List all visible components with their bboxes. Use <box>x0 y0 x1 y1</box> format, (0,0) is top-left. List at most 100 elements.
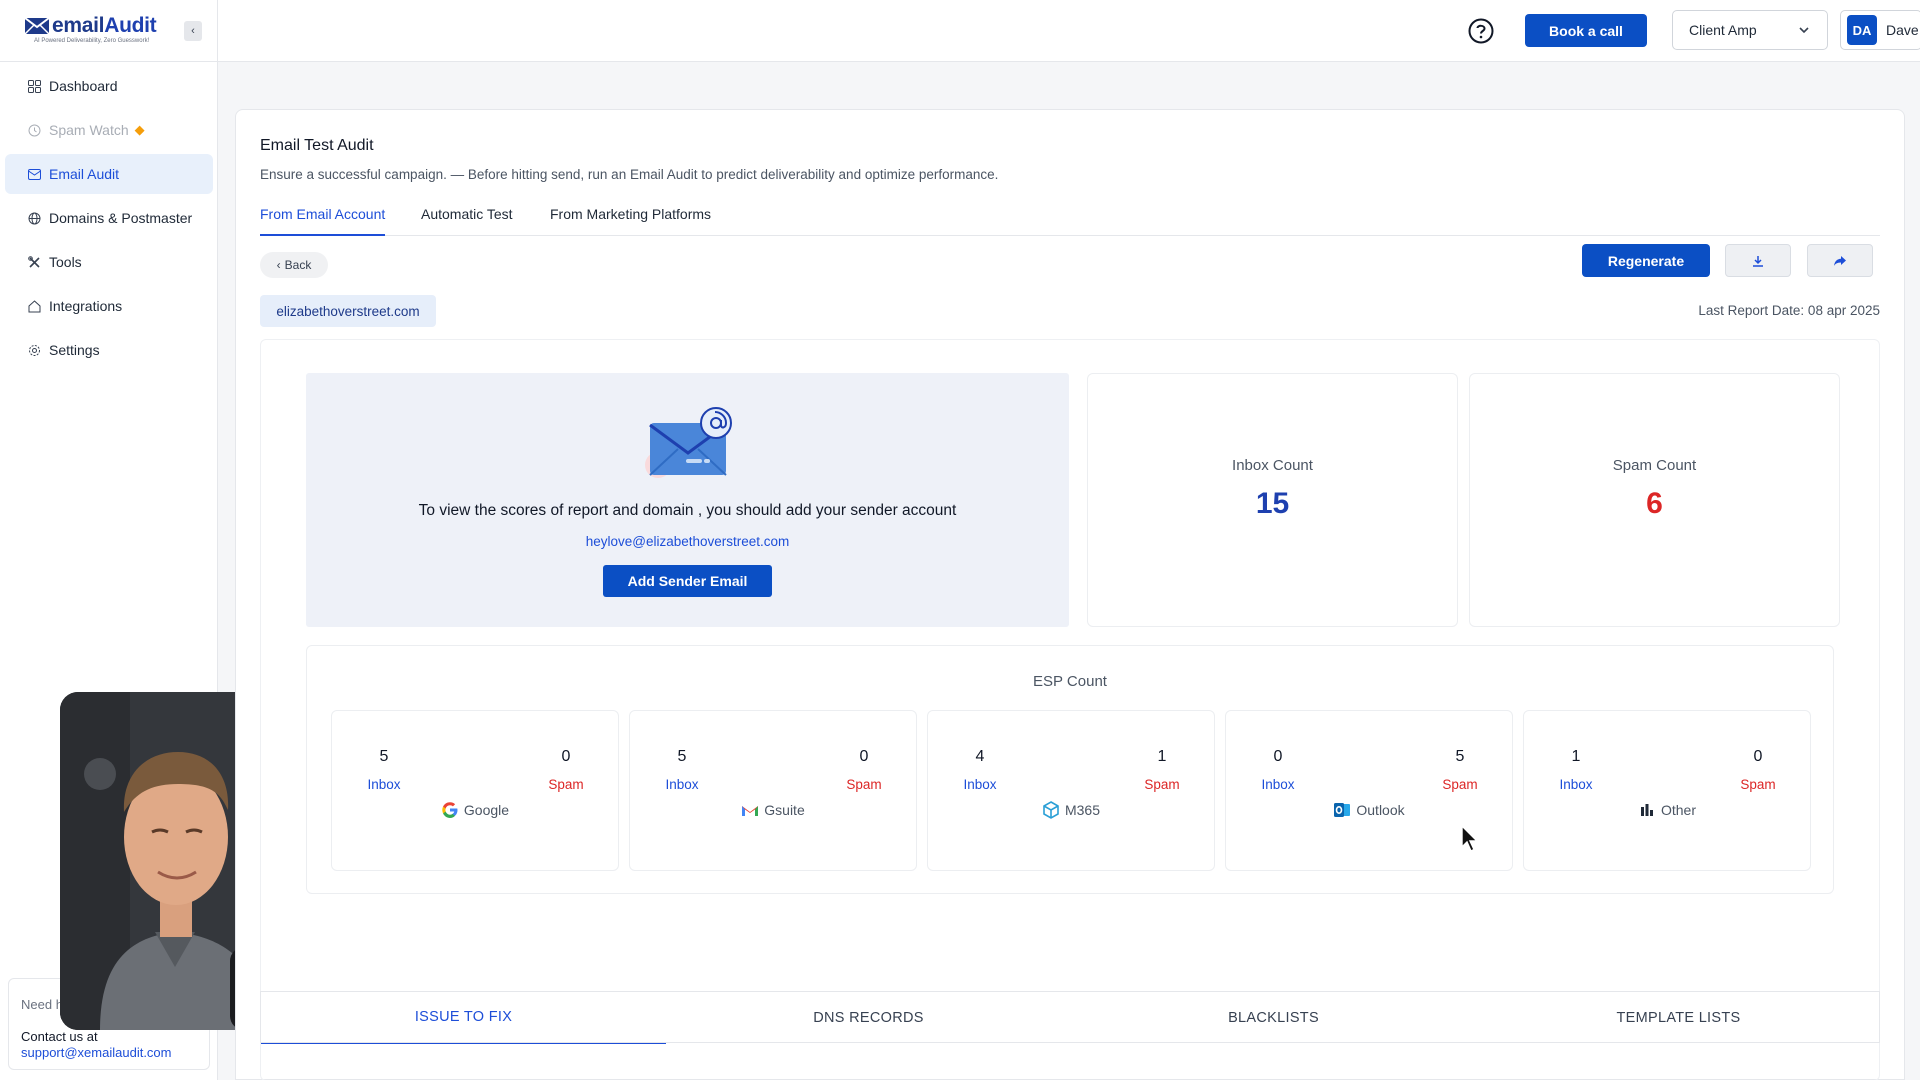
domain-chip: elizabethoverstreet.com <box>260 295 436 327</box>
esp-spam-count: 1 <box>1157 748 1167 765</box>
tab-template-lists[interactable]: TEMPLATE LISTS <box>1476 992 1881 1044</box>
esp-spam-count: 0 <box>859 748 869 765</box>
esp-inbox-label: Inbox <box>1559 777 1593 792</box>
esp-provider: Other <box>1524 801 1810 819</box>
globe-icon <box>27 211 41 225</box>
spam-count-card: Spam Count 6 <box>1469 373 1840 627</box>
esp-spam-count: 5 <box>1455 748 1465 765</box>
sidebar-item-email-audit[interactable]: Email Audit <box>5 154 213 194</box>
collapse-sidebar-button[interactable]: ‹ <box>184 21 202 41</box>
esp-inbox-label: Inbox <box>1261 777 1295 792</box>
esp-card-m365: 4 1 Inbox Spam M365 <box>927 710 1215 871</box>
esp-count-panel: ESP Count 5 0 Inbox Spam Google 5 0 Inbo… <box>306 645 1834 894</box>
brand-name: emailAudit <box>52 14 157 37</box>
esp-spam-count: 0 <box>561 748 571 765</box>
esp-inbox-label: Inbox <box>665 777 699 792</box>
sidebar-item-integrations[interactable]: Integrations <box>5 286 213 326</box>
sidebar-item-label: Email Audit <box>49 166 120 182</box>
esp-provider-name: Other <box>1660 802 1696 818</box>
mouse-cursor-icon <box>1461 825 1479 852</box>
esp-provider-name: Google <box>463 802 510 818</box>
support-contact-label: Contact us at <box>21 1029 98 1044</box>
back-button[interactable]: ‹ Back <box>260 252 328 278</box>
back-label: Back <box>284 258 312 272</box>
esp-inbox-count: 0 <box>1273 748 1283 765</box>
share-icon <box>1834 255 1846 266</box>
esp-spam-label: Spam <box>1442 777 1478 792</box>
page-title: Email Test Audit <box>260 137 374 154</box>
fire-icon: ◆ <box>134 122 145 137</box>
inbox-count-label: Inbox Count <box>1232 457 1313 474</box>
esp-inbox-count: 4 <box>975 748 985 765</box>
esp-inbox-label: Inbox <box>963 777 997 792</box>
sidebar-item-label: Domains & Postmaster <box>49 210 193 226</box>
tab-dns-records[interactable]: DNS RECORDS <box>666 992 1071 1044</box>
avatar: DA <box>1847 15 1877 45</box>
clock-icon <box>27 123 41 137</box>
esp-card-google: 5 0 Inbox Spam Google <box>331 710 619 871</box>
add-sender-message: To view the scores of report and domain … <box>418 502 957 519</box>
grid-icon <box>27 79 41 93</box>
bar-chart-icon <box>1638 801 1656 819</box>
tools-icon <box>27 255 41 269</box>
esp-spam-label: Spam <box>1740 777 1776 792</box>
sidebar-item-label: Dashboard <box>49 78 118 94</box>
brand-logo[interactable]: emailAudit AI Powered Deliverability, Ze… <box>24 14 164 48</box>
divider <box>260 1042 1880 1043</box>
tab-automatic-test[interactable]: Automatic Test <box>421 196 513 236</box>
sidebar-item-spam-watch[interactable]: Spam Watch ◆ <box>5 110 213 150</box>
chevron-left-icon: ‹ <box>276 258 281 272</box>
user-menu[interactable]: DA Dave <box>1840 10 1920 50</box>
regenerate-button[interactable]: Regenerate <box>1582 244 1710 277</box>
esp-card-gsuite: 5 0 Inbox Spam Gsuite <box>629 710 917 871</box>
tab-from-email-account[interactable]: From Email Account <box>260 196 386 236</box>
sidebar-item-settings[interactable]: Settings <box>5 330 213 370</box>
esp-inbox-count: 5 <box>379 748 389 765</box>
sidebar-item-tools[interactable]: Tools <box>5 242 213 282</box>
gmail-icon <box>741 801 759 819</box>
esp-spam-label: Spam <box>846 777 882 792</box>
integrations-icon <box>27 299 41 313</box>
download-icon <box>1753 255 1763 267</box>
esp-inbox-count: 1 <box>1571 748 1581 765</box>
report-section-tabs: ISSUE TO FIX DNS RECORDS BLACKLISTS TEMP… <box>260 991 1881 1044</box>
help-icon[interactable] <box>1468 18 1494 44</box>
esp-provider-name: M365 <box>1064 802 1101 818</box>
add-sender-email-button[interactable]: Add Sender Email <box>603 565 772 597</box>
divider <box>0 61 218 62</box>
sidebar-item-label: Tools <box>49 254 82 270</box>
page-subtitle: Ensure a successful campaign. — Before h… <box>260 167 999 182</box>
esp-provider-name: Outlook <box>1356 802 1405 818</box>
tab-blacklists[interactable]: BLACKLISTS <box>1071 992 1476 1044</box>
report-panel: To view the scores of report and domain … <box>260 339 1880 1080</box>
top-bar: Book a call Client Amp DA Dave <box>218 0 1920 62</box>
esp-provider: Outlook <box>1226 801 1512 819</box>
esp-provider: Google <box>332 801 618 819</box>
support-email-link[interactable]: support@xemailaudit.com <box>21 1045 171 1060</box>
book-call-button[interactable]: Book a call <box>1525 14 1647 47</box>
chevron-left-icon: ‹ <box>191 25 195 37</box>
esp-inbox-label: Inbox <box>367 777 401 792</box>
esp-card-other: 1 0 Inbox Spam Other <box>1523 710 1811 871</box>
google-icon <box>441 801 459 819</box>
envelope-at-icon <box>645 407 732 478</box>
support-heading: Need h <box>21 997 63 1012</box>
tab-from-marketing-platforms[interactable]: From Marketing Platforms <box>550 196 711 236</box>
add-sender-panel: To view the scores of report and domain … <box>306 373 1069 627</box>
esp-spam-label: Spam <box>1144 777 1180 792</box>
sidebar-item-dashboard[interactable]: Dashboard <box>5 66 213 106</box>
esp-spam-label: Spam <box>548 777 584 792</box>
chevron-down-icon <box>1799 27 1809 34</box>
brand-tagline: AI Powered Deliverability, Zero Guesswor… <box>34 38 150 44</box>
esp-count-title: ESP Count <box>1033 673 1107 690</box>
client-select[interactable]: Client Amp <box>1672 10 1828 50</box>
download-button[interactable] <box>1725 244 1791 277</box>
share-button[interactable] <box>1807 244 1873 277</box>
sidebar-item-domains-postmaster[interactable]: Domains & Postmaster <box>5 198 213 238</box>
esp-provider: Gsuite <box>630 801 916 819</box>
inbox-count-card: Inbox Count 15 <box>1087 373 1458 627</box>
tab-issue-to-fix[interactable]: ISSUE TO FIX <box>261 992 666 1044</box>
spam-count-value: 6 <box>1646 487 1663 520</box>
client-select-value: Client Amp <box>1689 22 1757 38</box>
sidebar-item-label: Spam Watch <box>49 122 129 138</box>
